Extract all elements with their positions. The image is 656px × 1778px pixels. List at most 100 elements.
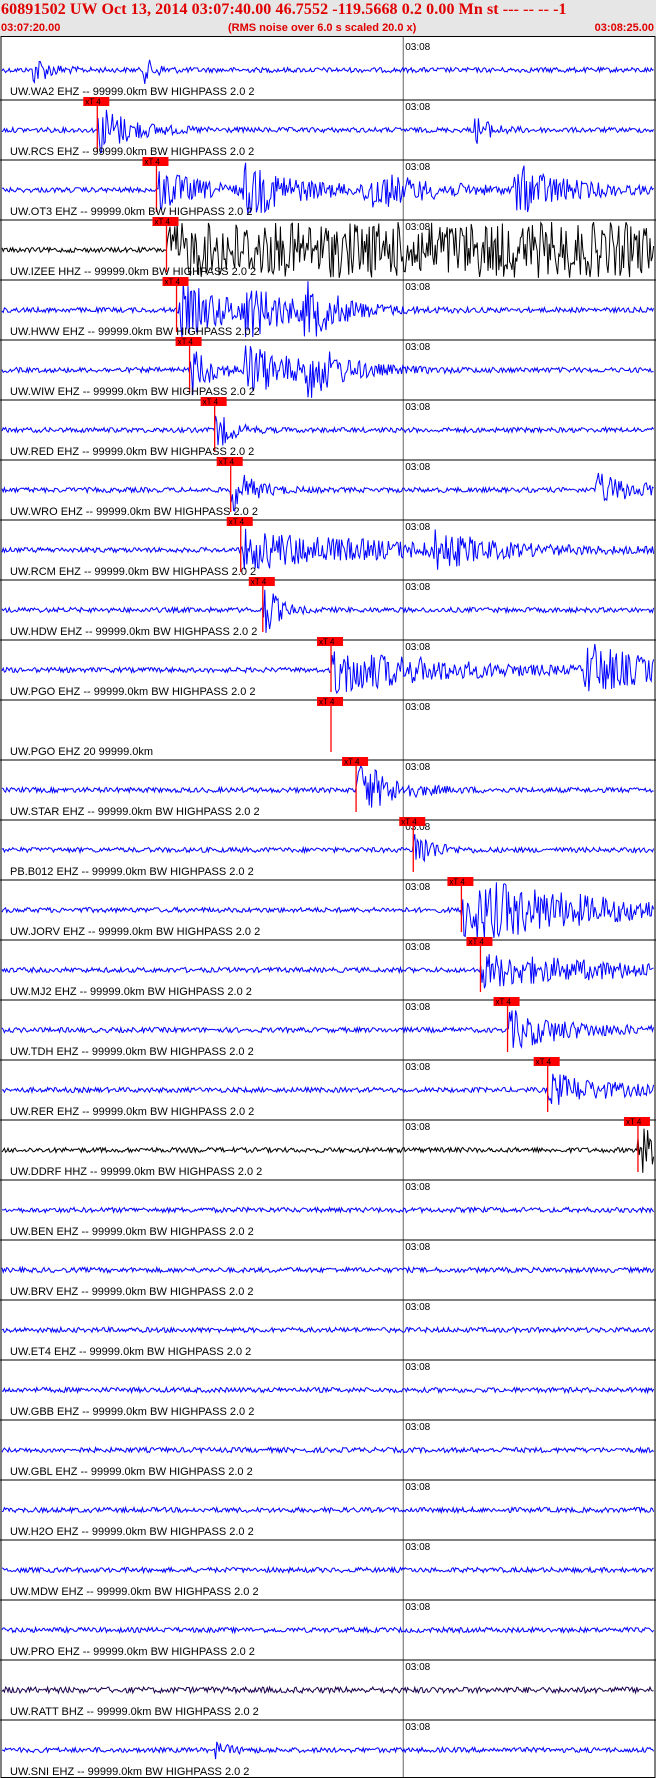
trace-label: UW.GBL EHZ -- 99999.0km BW HIGHPASS 2.0 … — [10, 1466, 253, 1478]
trace-label: UW.JORV EHZ -- 99999.0km BW HIGHPASS 2.0… — [10, 926, 260, 938]
tick-label: 03:08 — [405, 462, 430, 473]
tick-label: 03:08 — [405, 762, 430, 773]
waveform — [1, 1205, 655, 1215]
trace-label: PB.B012 EHZ -- 99999.0km BW HIGHPASS 2.0… — [10, 866, 254, 878]
start-time-label: 03:07:20.00 — [1, 22, 61, 34]
pick-label: xT 4 — [449, 878, 465, 887]
trace-label: UW.PRO EHZ -- 99999.0km BW HIGHPASS 2.0 … — [10, 1646, 255, 1658]
waveform — [1, 59, 654, 85]
tick-label: 03:08 — [405, 1602, 430, 1613]
trace-label: UW.RER EHZ -- 99999.0km BW HIGHPASS 2.0 … — [10, 1106, 254, 1118]
tick-label: 03:08 — [405, 1482, 430, 1493]
seismogram-plot: 03:08 UW.WA2 EHZ -- 99999.0km BW HIGHPASS… — [0, 36, 656, 1778]
tick-label: 03:08 — [405, 102, 430, 113]
pick-label: xT 4 — [144, 158, 160, 167]
pick-label: xT 4 — [165, 278, 181, 287]
tick-label: 03:08 — [405, 42, 430, 53]
trace-label: UW.RCS EHZ -- 99999.0km BW HIGHPASS 2.0 … — [10, 146, 254, 158]
trace-label: UW.DDRF HHZ -- 99999.0km BW HIGHPASS 2.0… — [10, 1166, 262, 1178]
trace-label: UW.WIW EHZ -- 99999.0km BW HIGHPASS 2.0 … — [10, 386, 255, 398]
waveform — [1, 1265, 655, 1275]
header-bar: 60891502 UW Oct 13, 2014 03:07:40.00 46.… — [0, 0, 656, 36]
trace-label: UW.H2O EHZ -- 99999.0km BW HIGHPASS 2.0 … — [10, 1526, 254, 1538]
waveform — [1, 1445, 654, 1455]
trace-label: UW.GBB EHZ -- 99999.0km BW HIGHPASS 2.0 … — [10, 1406, 254, 1418]
trace-label: UW.RATT BHZ -- 99999.0km BW HIGHPASS 2.0… — [10, 1706, 259, 1718]
trace-label: UW.BEN EHZ -- 99999.0km BW HIGHPASS 2.0 … — [10, 1226, 254, 1238]
pick-label: xT 4 — [468, 938, 484, 947]
waveform — [1, 528, 655, 570]
waveform — [1, 415, 655, 446]
tick-label: 03:08 — [405, 522, 430, 533]
event-title: 60891502 UW Oct 13, 2014 03:07:40.00 46.… — [1, 1, 567, 18]
tick-label: 03:08 — [405, 1722, 430, 1733]
tick-label: 03:08 — [405, 1542, 430, 1553]
trace-label: UW.WRO EHZ -- 99999.0km BW HIGHPASS 2.0 … — [10, 506, 258, 518]
pick-label: xT 4 — [251, 578, 267, 587]
tick-label: 03:08 — [405, 582, 430, 593]
tick-label: 03:08 — [405, 1062, 430, 1073]
waveform — [1, 1385, 655, 1395]
trace-label: UW.HDW EHZ -- 99999.0km BW HIGHPASS 2.0 … — [10, 626, 257, 638]
pick-label: xT 4 — [319, 698, 335, 707]
tick-label: 03:08 — [405, 282, 430, 293]
pick-label: xT 4 — [536, 1058, 552, 1067]
plot-frame — [0, 36, 656, 1778]
trace-label: UW.OT3 EHZ -- 99999.0km BW HIGHPASS 2.0 … — [10, 206, 252, 218]
trace-label: UW.WA2 EHZ -- 99999.0km BW HIGHPASS 2.0 … — [10, 86, 255, 98]
pick-label: xT 4 — [155, 218, 171, 227]
pick-label: xT 4 — [319, 638, 335, 647]
trace-label: UW.SNI EHZ -- 99999.0km BW HIGHPASS 2.0 … — [10, 1766, 249, 1778]
waveform — [1, 764, 654, 808]
tick-label: 03:08 — [405, 222, 430, 233]
pick-label: xT 4 — [219, 458, 235, 467]
trace-label: UW.MDW EHZ -- 99999.0km BW HIGHPASS 2.0 … — [10, 1586, 259, 1598]
waveform — [1, 1505, 655, 1515]
tick-label: 03:08 — [405, 342, 430, 353]
tick-label: 03:08 — [405, 702, 430, 713]
pick-label: xT 4 — [401, 818, 417, 827]
waveform — [1, 1010, 655, 1049]
trace-label: UW.HWW EHZ -- 99999.0km BW HIGHPASS 2.0 … — [10, 326, 260, 338]
waveform — [1, 1685, 654, 1695]
tick-label: 03:08 — [405, 1422, 430, 1433]
tick-label: 03:08 — [405, 1302, 430, 1313]
pick-label: xT 4 — [344, 758, 360, 767]
tick-label: 03:08 — [405, 1662, 430, 1673]
waveform — [2, 1073, 655, 1105]
trace-label: UW.PGO EHZ 20 99999.0km — [10, 746, 153, 758]
tick-label: 03:08 — [405, 1242, 430, 1253]
end-time-label: 03:08:25.00 — [594, 22, 654, 34]
tick-label: 03:08 — [405, 942, 430, 953]
trace-label: UW.MJ2 EHZ -- 99999.0km BW HIGHPASS 2.0 … — [10, 986, 252, 998]
trace-label: UW.STAR EHZ -- 99999.0km BW HIGHPASS 2.0… — [10, 806, 260, 818]
waveform — [1, 1625, 654, 1635]
pick-label: xT 4 — [85, 98, 101, 107]
pick-label: xT 4 — [496, 998, 512, 1007]
waveform — [1, 954, 654, 989]
trace-label: UW.ET4 EHZ -- 99999.0km BW HIGHPASS 2.0 … — [10, 1346, 251, 1358]
pick-label: xT 4 — [178, 338, 194, 347]
tick-label: 03:08 — [405, 402, 430, 413]
tick-label: 03:08 — [405, 1002, 430, 1013]
waveform — [1, 834, 655, 863]
tick-label: 03:08 — [405, 1362, 430, 1373]
tick-label: 03:08 — [405, 162, 430, 173]
pick-label: xT 4 — [203, 398, 219, 407]
rms-subtitle: (RMS noise over 6.0 s scaled 20.0 x) — [228, 22, 417, 34]
tick-label: 03:08 — [405, 1122, 430, 1133]
waveform — [1, 1741, 655, 1760]
trace-label: UW.TDH EHZ -- 99999.0km BW HIGHPASS 2.0 … — [10, 1046, 254, 1058]
tick-label: 03:08 — [405, 1182, 430, 1193]
waveform — [1, 1325, 654, 1335]
trace-label: UW.RCM EHZ -- 99999.0km BW HIGHPASS 2.0 … — [10, 566, 256, 578]
tick-label: 03:08 — [405, 642, 430, 653]
waveform — [1, 1565, 654, 1575]
pick-label: xT 4 — [626, 1118, 642, 1127]
trace-label: UW.PGO EHZ -- 99999.0km BW HIGHPASS 2.0 … — [10, 686, 256, 698]
trace-label: UW.RED EHZ -- 99999.0km BW HIGHPASS 2.0 … — [10, 446, 254, 458]
tick-label: 03:08 — [405, 882, 430, 893]
trace-label: UW.IZEE HHZ -- 99999.0km BW HIGHPASS 2.0… — [10, 266, 256, 278]
pick-label: xT 4 — [229, 518, 245, 527]
trace-label: UW.BRV EHZ -- 99999.0km BW HIGHPASS 2.0 … — [10, 1286, 254, 1298]
